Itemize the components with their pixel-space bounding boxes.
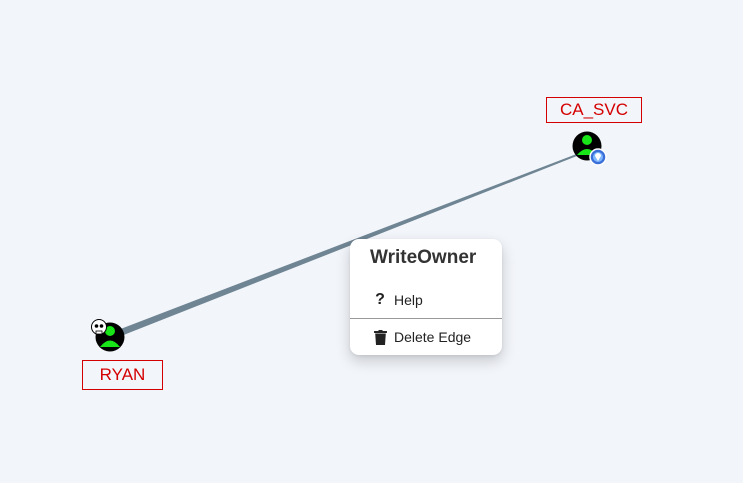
menu-divider <box>350 318 502 319</box>
node-label-ca-svc: CA_SVC <box>546 97 642 123</box>
owned-target-icon <box>589 148 607 166</box>
delete-edge-menu-item[interactable]: Delete Edge <box>350 322 502 352</box>
help-label: Help <box>394 292 423 308</box>
skull-icon <box>91 319 107 335</box>
context-menu-title: WriteOwner <box>370 247 477 268</box>
trash-icon <box>372 329 388 345</box>
node-ryan[interactable] <box>91 319 125 352</box>
delete-edge-label: Delete Edge <box>394 329 472 345</box>
question-icon: ? <box>375 291 385 308</box>
graph-canvas[interactable]: CA_SVC RYAN WriteOwner ? Help Delete Edg… <box>0 0 743 483</box>
edge-writeowner[interactable] <box>110 150 587 340</box>
help-menu-item[interactable]: ? Help <box>350 285 502 315</box>
node-ca-svc[interactable] <box>572 131 607 166</box>
edge-context-menu: WriteOwner ? Help Delete Edge <box>350 239 502 355</box>
node-label-ryan: RYAN <box>82 360 163 390</box>
